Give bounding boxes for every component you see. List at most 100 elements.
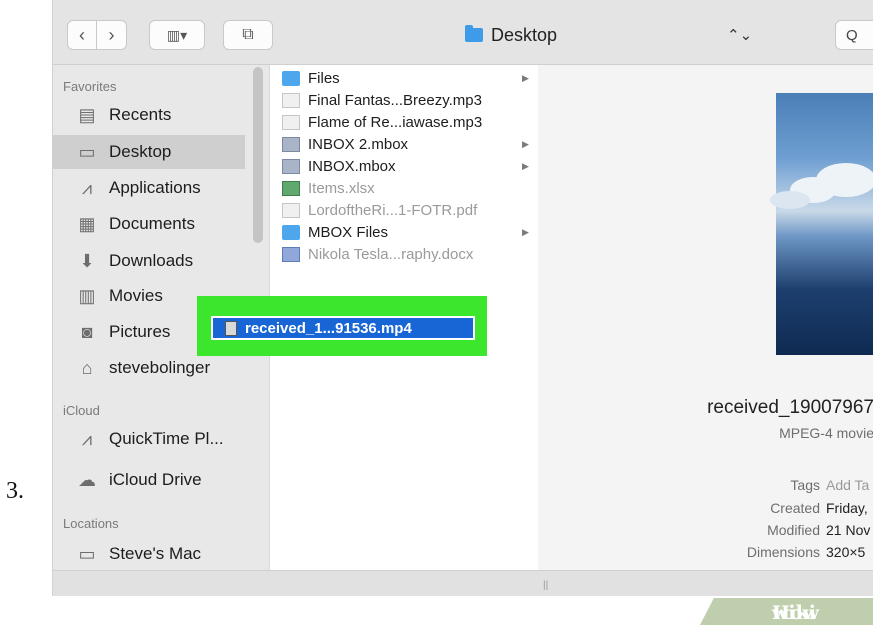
disclosure-arrow-icon: ▶: [522, 138, 529, 149]
new-folder-button[interactable]: ⧉: [223, 20, 273, 50]
spreadsheet-icon: [282, 180, 300, 196]
sidebar-item-home[interactable]: ⌂ stevebolinger: [53, 351, 245, 385]
sidebar-item-label: Applications: [109, 178, 201, 197]
sidebar-item-label: QuickTime Pl...: [109, 429, 224, 448]
list-item[interactable]: Files ▶: [270, 67, 538, 89]
list-item[interactable]: Items.xlsx: [270, 177, 538, 199]
file-name: Files: [308, 69, 340, 87]
file-name: Final Fantas...Breezy.mp3: [308, 91, 482, 109]
file-name: INBOX 2.mbox: [308, 135, 409, 153]
sidebar-item-applications[interactable]: ⩘ Applications: [53, 171, 245, 205]
wikihow-watermark: wiki How: [700, 598, 873, 625]
list-item[interactable]: Flame of Re...iawase.mp3: [270, 111, 538, 133]
meta-label: Modified: [767, 522, 820, 538]
meta-value: 21 Nov: [826, 522, 871, 538]
applications-icon: ⩘: [81, 177, 93, 198]
sidebar-item-downloads[interactable]: ⬇ Downloads: [53, 244, 245, 278]
location-stepper-icon[interactable]: ⌃⌄: [727, 26, 752, 44]
word-doc-icon: [282, 246, 300, 262]
video-thumbnail: [770, 93, 873, 355]
sidebar-section-favorites: Favorites: [63, 79, 117, 94]
sidebar-item-label: stevebolinger: [109, 358, 211, 377]
sidebar-section-locations: Locations: [63, 516, 119, 531]
sidebar-item-icloud-drive[interactable]: ☁ iCloud Drive: [53, 463, 245, 497]
location-popup[interactable]: Desktop: [465, 22, 563, 48]
disclosure-arrow-icon: ▶: [522, 72, 529, 83]
preview-pane: received_19007967 MPEG-4 movie Tags Add …: [538, 65, 873, 570]
sidebar-item-label: Desktop: [109, 142, 172, 161]
sidebar-item-label: Steve's Mac: [109, 544, 202, 563]
file-name: Items.xlsx: [308, 179, 375, 197]
sidebar-item-label: Recents: [109, 105, 172, 124]
add-tags-field[interactable]: Add Ta: [826, 477, 869, 493]
meta-modified: Modified 21 Nov: [538, 522, 873, 542]
pdf-icon: [282, 202, 300, 218]
sidebar-item-documents[interactable]: ▦ Documents: [53, 207, 245, 241]
sidebar-section-icloud: iCloud: [63, 403, 100, 418]
meta-label: Dimensions: [746, 544, 820, 560]
list-item[interactable]: Final Fantas...Breezy.mp3: [270, 89, 538, 111]
audio-file-icon: [282, 114, 300, 130]
meta-label: Created: [770, 500, 820, 516]
sidebar-item-quicktime[interactable]: ⩘ QuickTime Pl...: [53, 422, 245, 456]
preview-title: received_19007967: [707, 397, 873, 418]
step-number: 3.: [6, 478, 24, 504]
column-resize-handle[interactable]: ||: [543, 580, 548, 591]
chevron-right-icon: ›: [108, 24, 115, 45]
sidebar-item-label: Downloads: [109, 251, 194, 270]
sidebar-item-label: Movies: [109, 286, 163, 305]
toolbar: ‹ › ▥▾ ⧉ Desktop ⌃⌄ Q: [53, 0, 873, 65]
movies-icon: ▥: [78, 285, 96, 306]
disclosure-arrow-icon: ▶: [522, 226, 529, 237]
file-name: Nikola Tesla...raphy.docx: [308, 245, 474, 263]
meta-value: Friday,: [826, 500, 868, 516]
back-button[interactable]: ‹: [67, 20, 97, 50]
meta-label: Tags: [790, 477, 820, 493]
audio-file-icon: [282, 92, 300, 108]
view-options-button[interactable]: ▥▾: [149, 20, 205, 50]
cloud-icon: ☁: [78, 469, 96, 490]
selected-file-name: received_1...91536.mp4: [245, 319, 412, 337]
list-item[interactable]: INBOX.mbox ▶: [270, 155, 538, 177]
desktop-icon: ▭: [78, 141, 96, 162]
folder-icon: [282, 70, 300, 86]
meta-dimensions: Dimensions 320×5: [538, 544, 873, 564]
mailbox-icon: [282, 158, 300, 174]
location-label: Desktop: [491, 24, 558, 45]
search-icon: Q: [846, 26, 858, 44]
home-icon: ⌂: [81, 357, 93, 378]
preview-kind: MPEG-4 movie: [779, 425, 873, 441]
mailbox-icon: [282, 136, 300, 152]
meta-value: 320×5: [826, 544, 866, 560]
list-item[interactable]: LordoftheRi...1-FOTR.pdf: [270, 199, 538, 221]
downloads-icon: ⬇: [79, 250, 95, 271]
list-item[interactable]: MBOX Files ▶: [270, 221, 538, 243]
documents-icon: ▦: [78, 213, 96, 234]
clock-icon: ▤: [78, 104, 96, 125]
sidebar-item-steves-mac[interactable]: ▭ Steve's Mac: [53, 537, 245, 571]
folder-icon: [282, 224, 300, 240]
sidebar-item-label: Pictures: [109, 322, 171, 341]
file-name: LordoftheRi...1-FOTR.pdf: [308, 201, 478, 219]
search-button[interactable]: Q: [835, 20, 873, 50]
chevron-left-icon: ‹: [79, 24, 85, 45]
status-bar: [53, 570, 873, 596]
video-file-icon: [225, 320, 237, 336]
file-name: Flame of Re...iawase.mp3: [308, 113, 483, 131]
selected-file-row[interactable]: received_1...91536.mp4: [211, 316, 475, 340]
sidebar-item-recents[interactable]: ▤ Recents: [53, 98, 245, 132]
forward-button[interactable]: ›: [97, 20, 127, 50]
sidebar-item-label: iCloud Drive: [109, 470, 202, 489]
sidebar-scrollbar[interactable]: [253, 67, 263, 243]
meta-tags: Tags Add Ta: [538, 477, 873, 497]
disclosure-arrow-icon: ▶: [522, 160, 529, 171]
computer-icon: ▭: [78, 543, 96, 564]
meta-created: Created Friday,: [538, 500, 873, 520]
file-name: MBOX Files: [308, 223, 389, 241]
list-item[interactable]: INBOX 2.mbox ▶: [270, 133, 538, 155]
sidebar-item-desktop[interactable]: ▭ Desktop: [53, 135, 245, 169]
quicktime-icon: ⩘: [81, 428, 93, 449]
list-item[interactable]: Nikola Tesla...raphy.docx: [270, 243, 538, 265]
sidebar-item-label: Documents: [109, 214, 195, 233]
folder-icon: [465, 25, 483, 42]
